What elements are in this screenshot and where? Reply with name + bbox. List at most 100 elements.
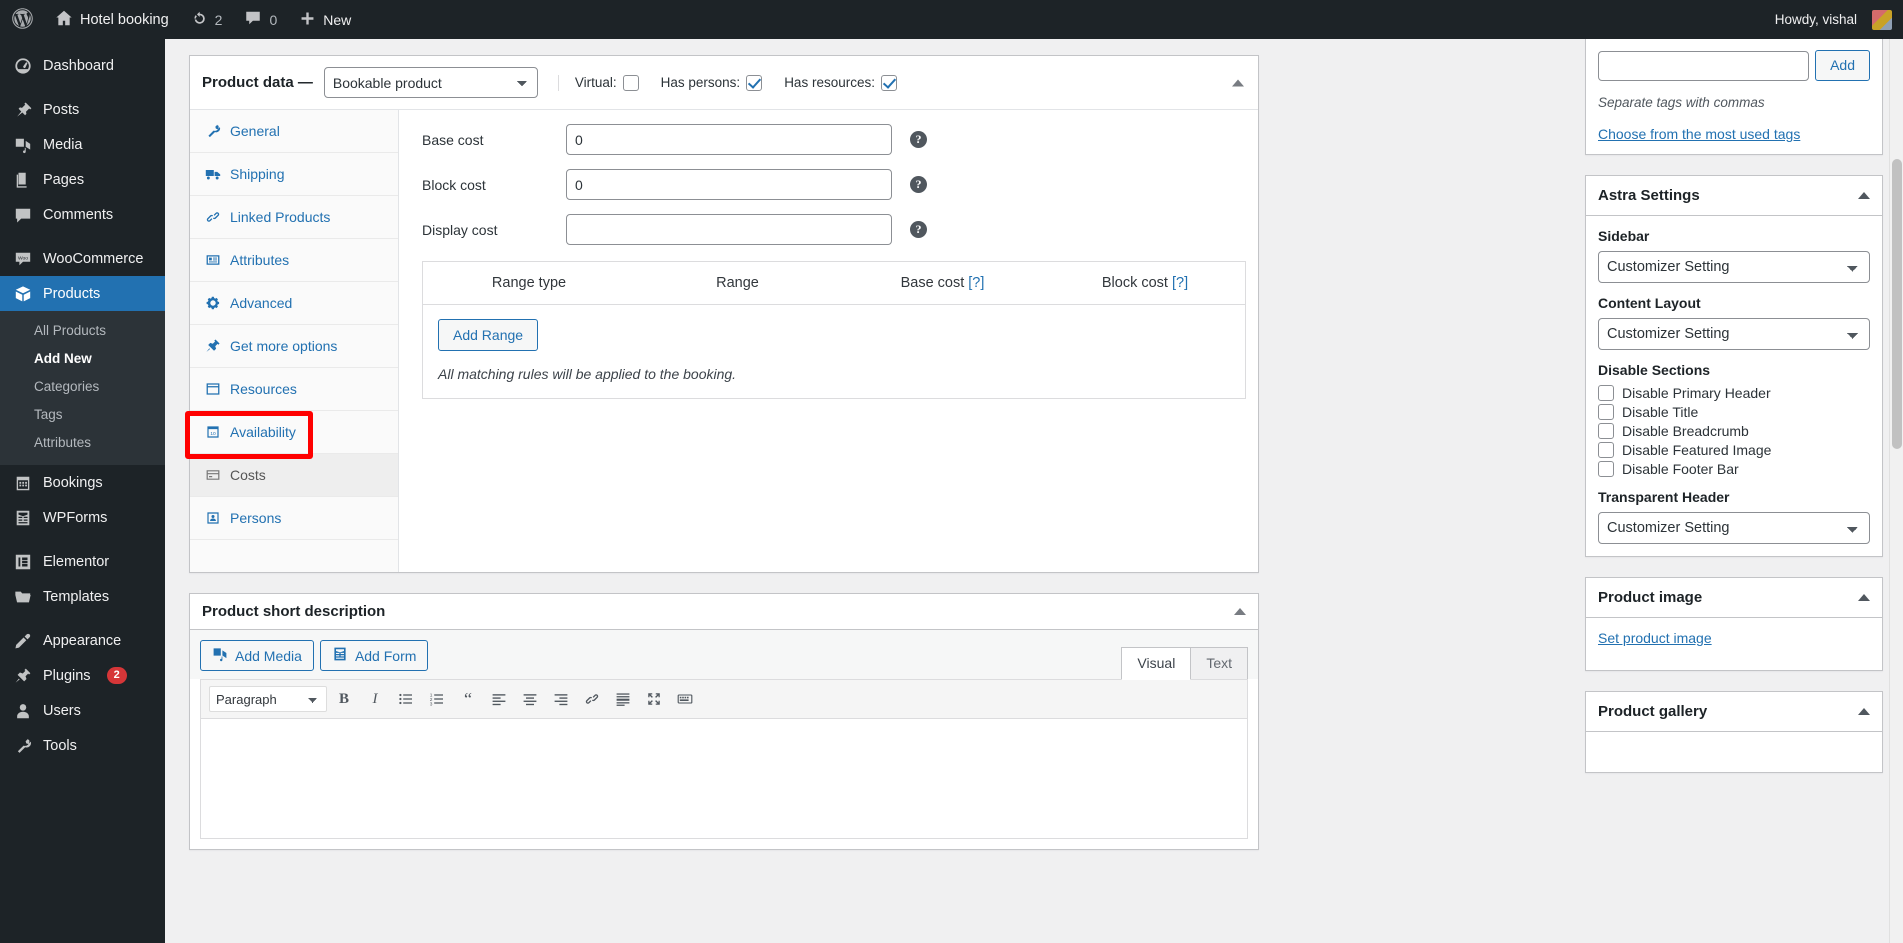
tab-persons[interactable]: Persons bbox=[190, 497, 398, 540]
col-block-cost-help-link[interactable]: [?] bbox=[1172, 275, 1188, 291]
short-description-collapse-toggle[interactable] bbox=[1234, 608, 1246, 615]
tab-costs[interactable]: Costs bbox=[190, 454, 398, 497]
align-right-icon[interactable] bbox=[547, 686, 575, 712]
add-range-button[interactable]: Add Range bbox=[438, 319, 539, 351]
astra-sidebar-select[interactable]: Customizer Setting bbox=[1598, 251, 1870, 283]
new-content-menu[interactable]: New bbox=[288, 0, 362, 39]
new-tag-input[interactable] bbox=[1598, 50, 1810, 81]
sidebar-item-pages[interactable]: Pages bbox=[0, 162, 165, 197]
tab-visual[interactable]: Visual bbox=[1121, 647, 1192, 680]
wordpress-logo-icon bbox=[12, 7, 33, 32]
tab-linked-products[interactable]: Linked Products bbox=[190, 196, 398, 239]
virtual-checkbox[interactable] bbox=[622, 74, 639, 91]
disable-title-checkbox[interactable] bbox=[1598, 404, 1614, 420]
display-cost-input[interactable] bbox=[566, 214, 892, 245]
sidebar-item-media[interactable]: Media bbox=[0, 127, 165, 162]
align-left-icon[interactable] bbox=[485, 686, 513, 712]
disable-footer-bar-label: Disable Footer Bar bbox=[1622, 461, 1739, 477]
comments-menu[interactable]: 0 bbox=[233, 0, 288, 39]
disable-breadcrumb-checkbox[interactable] bbox=[1598, 423, 1614, 439]
disable-footer-bar-checkbox[interactable] bbox=[1598, 461, 1614, 477]
astra-transparent-header-select[interactable]: Customizer Setting bbox=[1598, 512, 1870, 544]
add-tag-button[interactable]: Add bbox=[1815, 50, 1870, 81]
italic-icon[interactable]: I bbox=[361, 686, 389, 712]
short-description-textarea[interactable] bbox=[200, 719, 1248, 839]
has-persons-checkbox[interactable] bbox=[746, 74, 763, 91]
product-data-collapse-toggle[interactable] bbox=[1232, 79, 1244, 86]
plugin-icon bbox=[204, 338, 221, 355]
display-cost-help-icon[interactable]: ? bbox=[910, 221, 927, 238]
paragraph-format-select[interactable]: Paragraph bbox=[209, 686, 327, 712]
submenu-item-tags[interactable]: Tags bbox=[0, 401, 165, 429]
checkbox-disable-featured-image[interactable]: Disable Featured Image bbox=[1598, 442, 1870, 458]
read-more-icon[interactable] bbox=[609, 686, 637, 712]
sidebar-item-users[interactable]: Users bbox=[0, 693, 165, 728]
wordpress-logo-menu[interactable] bbox=[0, 0, 44, 39]
submenu-item-add-new[interactable]: Add New bbox=[0, 345, 165, 373]
choose-most-used-tags-link[interactable]: Choose from the most used tags bbox=[1598, 126, 1800, 142]
sidebar-item-woocommerce[interactable]: Woo WooCommerce bbox=[0, 241, 165, 276]
sidebar-item-bookings[interactable]: Bookings bbox=[0, 465, 165, 500]
page-scrollbar-thumb[interactable] bbox=[1892, 159, 1902, 449]
add-media-button[interactable]: Add Media bbox=[200, 640, 314, 671]
disable-featured-image-checkbox[interactable] bbox=[1598, 442, 1614, 458]
astra-settings-header: Astra Settings bbox=[1586, 176, 1882, 216]
page-scrollbar-track[interactable] bbox=[1889, 39, 1903, 943]
submenu-item-attributes[interactable]: Attributes bbox=[0, 429, 165, 457]
product-type-select[interactable]: Bookable product bbox=[323, 67, 538, 98]
bold-icon[interactable]: B bbox=[330, 686, 358, 712]
numbered-list-icon[interactable]: 123 bbox=[423, 686, 451, 712]
toolbar-toggle-icon[interactable] bbox=[671, 686, 699, 712]
tab-attributes[interactable]: Attributes bbox=[190, 239, 398, 282]
blockquote-icon[interactable]: “ bbox=[454, 686, 482, 712]
tab-shipping[interactable]: Shipping bbox=[190, 153, 398, 196]
sidebar-item-elementor[interactable]: Elementor bbox=[0, 544, 165, 579]
my-account-menu[interactable]: Howdy, vishal bbox=[1764, 0, 1903, 39]
checkbox-disable-title[interactable]: Disable Title bbox=[1598, 404, 1870, 420]
has-persons-checkbox-item[interactable]: Has persons: bbox=[661, 74, 763, 91]
block-cost-input[interactable] bbox=[566, 169, 892, 200]
link-icon[interactable] bbox=[578, 686, 606, 712]
sidebar-item-dashboard[interactable]: Dashboard bbox=[0, 48, 165, 83]
sidebar-item-comments[interactable]: Comments bbox=[0, 197, 165, 232]
virtual-checkbox-item[interactable]: Virtual: bbox=[575, 74, 639, 91]
has-resources-checkbox[interactable] bbox=[880, 74, 897, 91]
tab-advanced[interactable]: Advanced bbox=[190, 282, 398, 325]
checkbox-disable-footer-bar[interactable]: Disable Footer Bar bbox=[1598, 461, 1870, 477]
sidebar-item-appearance[interactable]: Appearance bbox=[0, 623, 165, 658]
astra-settings-collapse-toggle[interactable] bbox=[1858, 192, 1870, 199]
tab-availability[interactable]: 10 Availability bbox=[190, 411, 398, 454]
tab-get-more-options[interactable]: Get more options bbox=[190, 325, 398, 368]
tab-resources[interactable]: Resources bbox=[190, 368, 398, 411]
fullscreen-icon[interactable] bbox=[640, 686, 668, 712]
tab-text[interactable]: Text bbox=[1190, 647, 1248, 679]
sidebar-item-products[interactable]: Products bbox=[0, 276, 165, 311]
add-form-button[interactable]: Add Form bbox=[319, 640, 429, 671]
checkbox-disable-primary-header[interactable]: Disable Primary Header bbox=[1598, 385, 1870, 401]
has-resources-checkbox-item[interactable]: Has resources: bbox=[784, 74, 897, 91]
align-center-icon[interactable] bbox=[516, 686, 544, 712]
bulleted-list-icon[interactable] bbox=[392, 686, 420, 712]
set-product-image-link[interactable]: Set product image bbox=[1598, 630, 1712, 646]
checkbox-disable-breadcrumb[interactable]: Disable Breadcrumb bbox=[1598, 423, 1870, 439]
sidebar-item-plugins[interactable]: Plugins 2 bbox=[0, 658, 165, 693]
sidebar-item-posts[interactable]: Posts bbox=[0, 92, 165, 127]
sidebar-item-templates[interactable]: Templates bbox=[0, 579, 165, 614]
base-cost-input[interactable] bbox=[566, 124, 892, 155]
card-icon bbox=[204, 467, 221, 484]
col-base-cost-help-link[interactable]: [?] bbox=[968, 275, 984, 291]
sidebar-item-tools[interactable]: Tools bbox=[0, 728, 165, 763]
product-gallery-collapse-toggle[interactable] bbox=[1858, 708, 1870, 715]
site-name-menu[interactable]: Hotel booking bbox=[44, 0, 180, 39]
tab-general[interactable]: General bbox=[190, 110, 398, 153]
submenu-item-all-products[interactable]: All Products bbox=[0, 317, 165, 345]
astra-content-layout-select[interactable]: Customizer Setting bbox=[1598, 318, 1870, 350]
updates-menu[interactable]: 2 bbox=[180, 0, 234, 39]
product-image-collapse-toggle[interactable] bbox=[1858, 594, 1870, 601]
submenu-item-categories[interactable]: Categories bbox=[0, 373, 165, 401]
astra-settings-title: Astra Settings bbox=[1598, 187, 1700, 204]
block-cost-help-icon[interactable]: ? bbox=[910, 176, 927, 193]
sidebar-item-wpforms[interactable]: WPForms bbox=[0, 500, 165, 535]
base-cost-help-icon[interactable]: ? bbox=[910, 131, 927, 148]
disable-primary-header-checkbox[interactable] bbox=[1598, 385, 1614, 401]
